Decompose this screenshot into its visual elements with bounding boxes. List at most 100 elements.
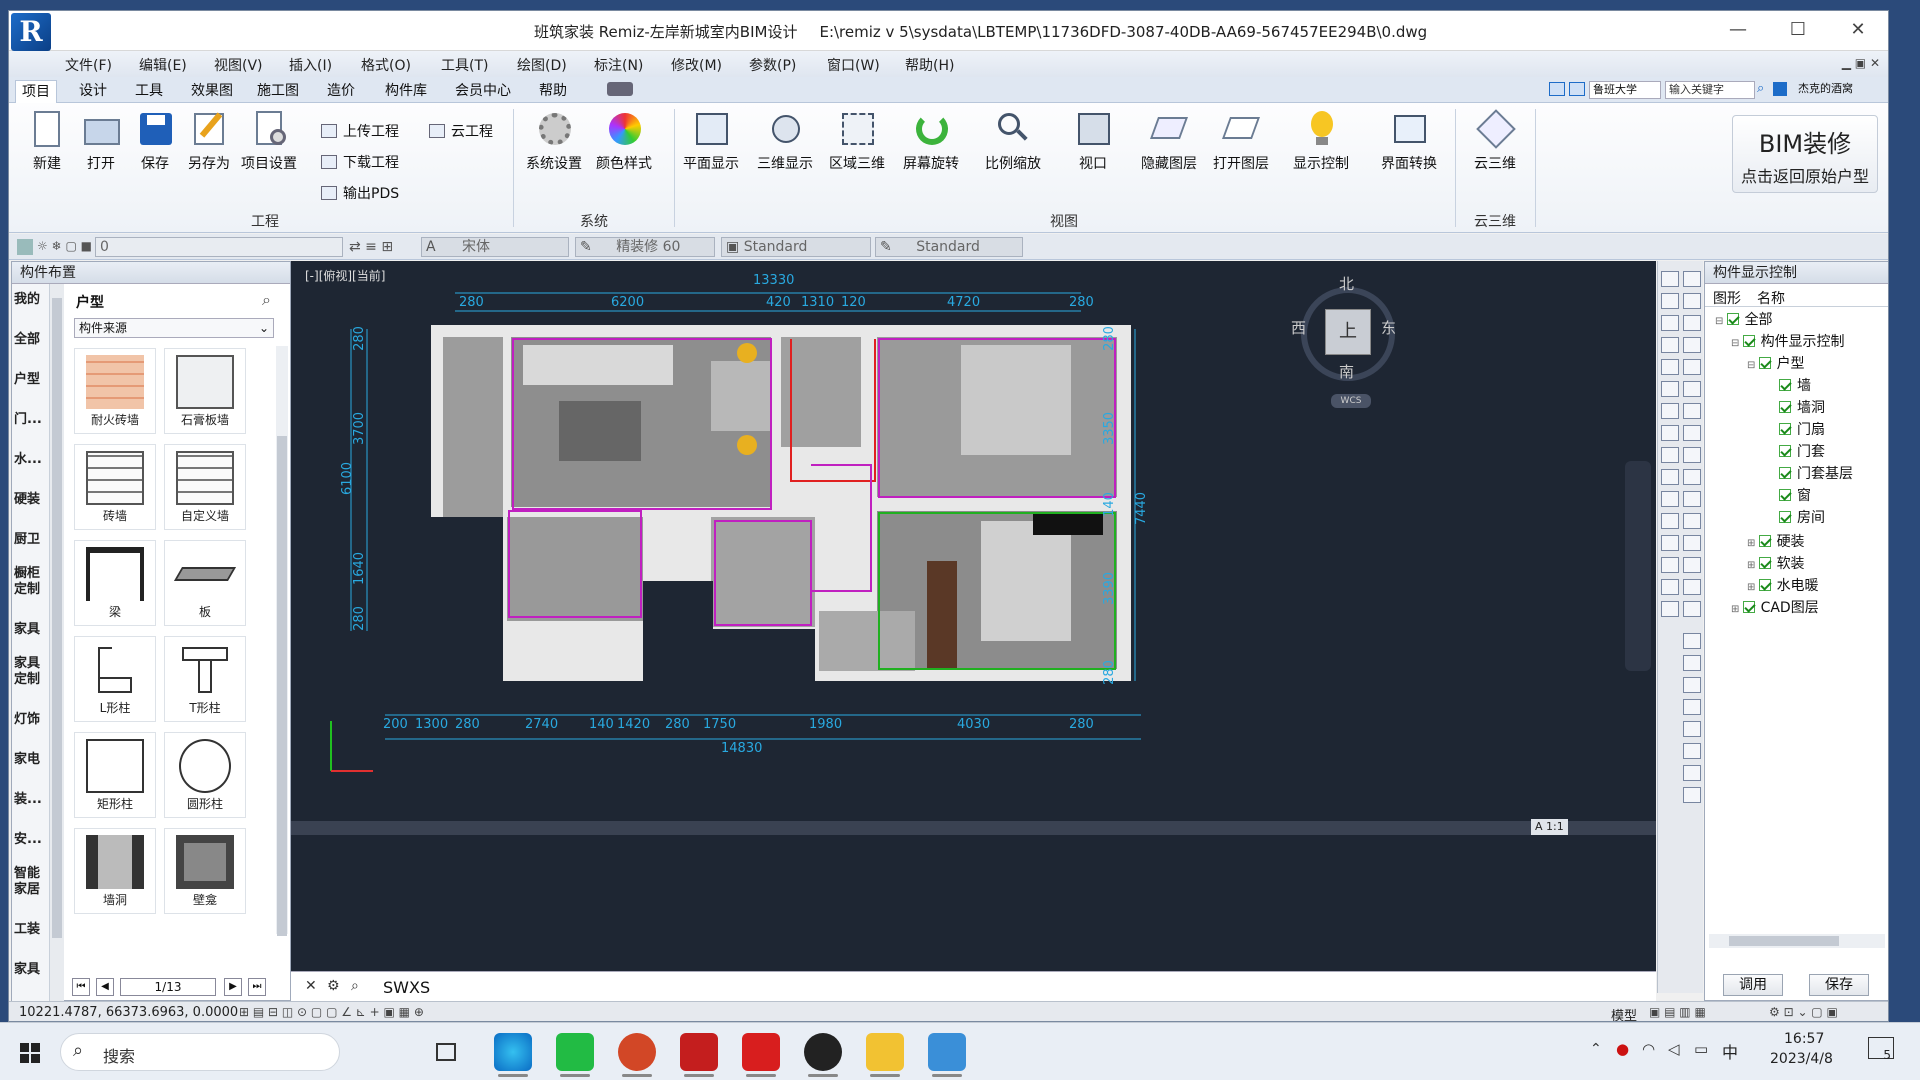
tree-item-soft-decor[interactable]: ⊞ 软装 — [1747, 554, 1805, 576]
menu-help[interactable]: 帮助(H) — [905, 55, 954, 75]
taskbar-search[interactable]: ⌕ 搜索 — [60, 1033, 340, 1071]
screen-rotate-button[interactable]: 屏幕旋转 — [901, 109, 961, 173]
search-icon[interactable]: ⌕ — [262, 290, 271, 310]
source-select[interactable]: 构件来源 ⌄ — [74, 318, 274, 338]
drafting-toggles-icon[interactable]: ⊞ ▤ ⊟ ◫ ⊙ ▢ ▢ ∠ ⊾ + ▣ ▦ ⊕ — [239, 1005, 424, 1019]
school-select[interactable]: 鲁班大学 — [1589, 81, 1661, 99]
erase-tool-icon[interactable] — [1683, 271, 1701, 287]
camera-icon[interactable] — [607, 82, 633, 96]
menu-file[interactable]: 文件(F) — [65, 55, 112, 75]
system-settings-button[interactable]: 系统设置 — [524, 109, 584, 173]
layer-tools-icons[interactable]: ⇄ ≡ ⊞ — [349, 239, 403, 255]
break-tool-icon[interactable] — [1683, 513, 1701, 529]
font-select[interactable]: A 宋体 — [421, 237, 569, 257]
tree-item-cad-layer[interactable]: ⊞ CAD图层 — [1731, 598, 1819, 620]
category-lighting[interactable]: 灯饰 — [14, 712, 48, 728]
search-icon[interactable]: ⌕ — [1757, 81, 1764, 96]
rectangle-tool-icon[interactable] — [1661, 359, 1679, 375]
purge-tool-icon[interactable] — [1683, 743, 1701, 759]
menu-params[interactable]: 参数(P) — [749, 55, 796, 75]
hide-tool-icon[interactable] — [1683, 699, 1701, 715]
cloud-project-button[interactable]: 云工程 — [429, 121, 493, 141]
bim-return-button[interactable]: BIM装修 点击返回原始户型 — [1732, 115, 1878, 193]
menu-edit[interactable]: 编辑(E) — [139, 55, 187, 75]
table-style-select[interactable]: ✎ Standard — [875, 237, 1023, 257]
scale-zoom-button[interactable]: 比例缩放 — [983, 109, 1043, 173]
menu-format[interactable]: 格式(O) — [361, 55, 411, 75]
wrench-icon[interactable]: ⚙ — [327, 978, 340, 994]
tree-item-display-control[interactable]: ⊟ 构件显示控制 — [1731, 332, 1845, 354]
command-line[interactable]: ✕ ⚙ ⌕ SWXS — [291, 971, 1656, 1001]
point-tool-icon[interactable] — [1661, 491, 1679, 507]
layer-tool-icon[interactable] — [1683, 633, 1701, 649]
compass-west[interactable]: 西 — [1291, 317, 1306, 338]
save-as-button[interactable]: 另存为 — [179, 109, 239, 173]
interface-switch-button[interactable]: 界面转换 — [1379, 109, 1439, 173]
category-furniture[interactable]: 家具 — [14, 622, 48, 638]
pdf-icon[interactable] — [742, 1033, 780, 1077]
tree-item-floorplan[interactable]: ⊟ 户型 — [1747, 354, 1805, 376]
menu-insert[interactable]: 插入(I) — [289, 55, 332, 75]
category-custom-furniture[interactable]: 家具定制 — [14, 656, 48, 688]
join-tool-icon[interactable] — [1683, 535, 1701, 551]
tab-library[interactable]: 构件库 — [379, 80, 433, 103]
scroll-thumb[interactable] — [52, 298, 62, 938]
rotate-tool-icon[interactable] — [1683, 403, 1701, 419]
task-view-icon[interactable] — [436, 1043, 456, 1061]
table-tool-icon[interactable] — [1661, 557, 1679, 573]
tray-app-icon[interactable]: ● — [1616, 1040, 1629, 1058]
layer-manager-icon[interactable] — [17, 239, 33, 255]
qq-icon[interactable] — [804, 1033, 842, 1077]
tile-custom-wall[interactable]: 自定义墙 — [164, 444, 246, 530]
layer-state-icons[interactable]: ☼ ❄ ▢ ■ — [37, 239, 93, 255]
tray-chevron-icon[interactable]: ⌃ — [1590, 1041, 1602, 1057]
project-settings-button[interactable]: 项目设置 — [239, 109, 299, 173]
insert-block-icon[interactable] — [1661, 469, 1679, 485]
tree-item-wall[interactable]: 墙 — [1779, 376, 1811, 396]
new-button[interactable]: 新建 — [17, 109, 77, 173]
scale-tool-icon[interactable] — [1683, 425, 1701, 441]
category-kitchen-bath[interactable]: 厨卫 — [14, 532, 48, 548]
tree-item-wall-opening[interactable]: 墙洞 — [1779, 398, 1825, 418]
menu-draw[interactable]: 绘图(D) — [517, 55, 567, 75]
tab-help[interactable]: 帮助 — [533, 80, 573, 103]
model-space-toggle[interactable]: 模型 — [1611, 1005, 1637, 1021]
tile-l-column[interactable]: L形柱 — [74, 636, 156, 722]
compass-south[interactable]: 南 — [1339, 361, 1354, 382]
tree-item-door-leaf[interactable]: 门扇 — [1779, 420, 1825, 440]
category-door[interactable]: 门... — [14, 412, 48, 428]
tab-design[interactable]: 设计 — [73, 80, 113, 103]
fillet-tool-icon[interactable] — [1683, 579, 1701, 595]
polyline-tool-icon[interactable] — [1661, 293, 1679, 309]
menu-tools[interactable]: 工具(T) — [441, 55, 488, 75]
compass-east[interactable]: 东 — [1381, 317, 1396, 338]
tab-tools[interactable]: 工具 — [129, 80, 169, 103]
color-style-button[interactable]: 颜色样式 — [594, 109, 654, 173]
hatch-tool-icon[interactable] — [1661, 513, 1679, 529]
category-mine[interactable]: 我的 — [14, 292, 48, 308]
tile-brick-wall[interactable]: 砖墙 — [74, 444, 156, 530]
file-explorer-icon[interactable] — [866, 1033, 904, 1077]
add-point-icon[interactable] — [1661, 601, 1679, 617]
next-page-button[interactable]: ▶ — [224, 978, 242, 996]
menu-modify[interactable]: 修改(M) — [671, 55, 722, 75]
upload-project-button[interactable]: 上传工程 — [321, 121, 399, 141]
mdi-controls-icon[interactable]: ▁ ▣ ✕ — [1842, 56, 1880, 70]
category-scrollbar[interactable] — [50, 284, 64, 1002]
viewcube-top-face[interactable]: 上 — [1325, 309, 1371, 355]
wifi-icon[interactable]: ◠ — [1642, 1040, 1655, 1058]
command-text[interactable]: SWXS — [383, 978, 430, 997]
category-appliance[interactable]: 家电 — [14, 752, 48, 768]
match-tool-icon[interactable] — [1683, 655, 1701, 671]
copy-tool-icon[interactable] — [1683, 293, 1701, 309]
horizontal-scrollbar[interactable] — [291, 821, 1656, 835]
chamfer-tool-icon[interactable] — [1683, 557, 1701, 573]
dim-tool-icon[interactable] — [1683, 787, 1701, 803]
viewport-button[interactable]: 视口 — [1063, 109, 1123, 173]
tree-horizontal-scrollbar[interactable] — [1709, 934, 1885, 948]
close-command-icon[interactable]: ✕ — [305, 978, 317, 994]
export-pds-button[interactable]: 输出PDS — [321, 183, 399, 203]
tree-item-door-frame-base[interactable]: 门套基层 — [1779, 464, 1853, 484]
polygon-tool-icon[interactable] — [1661, 337, 1679, 353]
ime-indicator[interactable]: 中 — [1722, 1039, 1738, 1063]
